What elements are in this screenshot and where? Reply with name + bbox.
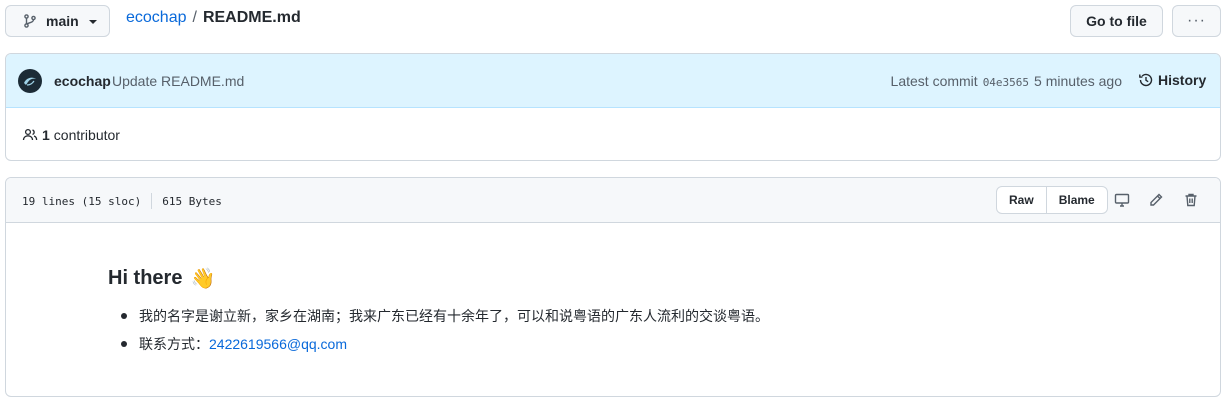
avatar[interactable] <box>18 69 42 93</box>
file-size: 615 Bytes <box>162 194 222 208</box>
readme-heading-text: Hi there <box>108 267 183 289</box>
breadcrumb: ecochap / README.md <box>126 8 301 28</box>
latest-commit-box: ecochap Update README.md Latest commit 0… <box>5 53 1221 161</box>
info-divider <box>151 193 153 209</box>
blame-button[interactable]: Blame <box>1045 187 1107 213</box>
file-lines: 19 lines (15 sloc) <box>22 194 142 208</box>
file-viewer: 19 lines (15 sloc) 615 Bytes Raw Blame H… <box>5 177 1221 397</box>
history-icon <box>1139 73 1153 87</box>
commit-author[interactable]: ecochap <box>54 73 111 89</box>
history-label: History <box>1158 72 1207 88</box>
waving-hand-icon: 👋 <box>190 268 216 290</box>
history-link[interactable]: History <box>1138 72 1206 88</box>
contact-label: 联系方式： <box>139 336 209 352</box>
commit-message[interactable]: Update README.md <box>112 73 244 89</box>
repo-link[interactable]: ecochap <box>126 9 187 27</box>
more-options-button[interactable]: ··· <box>1172 5 1221 37</box>
latest-commit-info: Latest commit 04e3565 5 minutes ago <box>891 73 1122 89</box>
breadcrumb-separator: / <box>192 9 197 26</box>
list-item: 联系方式：2422619566@qq.com <box>121 334 769 362</box>
latest-commit-label: Latest commit <box>890 73 978 89</box>
contributor-count: 1 <box>42 127 50 143</box>
intro-text: 我的名字是谢立新，家乡在湖南；我来广东已经有十余年了，可以和说粤语的广东人流利的… <box>139 308 769 324</box>
contributor-label: contributor <box>53 127 120 143</box>
readme-list: 我的名字是谢立新，家乡在湖南；我来广东已经有十余年了，可以和说粤语的广东人流利的… <box>121 306 769 362</box>
pencil-icon[interactable] <box>1147 191 1165 209</box>
file-info: 19 lines (15 sloc) 615 Bytes <box>22 193 222 209</box>
desktop-icon[interactable] <box>1113 191 1131 209</box>
readme-heading: Hi there 👋 <box>108 266 215 291</box>
file-name: README.md <box>202 9 301 26</box>
trash-icon[interactable] <box>1182 191 1200 209</box>
people-icon <box>22 128 38 141</box>
contributors-link[interactable]: 1 contributor <box>22 127 120 143</box>
chevron-down-icon <box>88 20 97 24</box>
commit-sha[interactable]: 04e3565 <box>983 76 1029 89</box>
go-to-file-button[interactable]: Go to file <box>1070 5 1163 37</box>
list-item: 我的名字是谢立新，家乡在湖南；我来广东已经有十余年了，可以和说粤语的广东人流利的… <box>121 306 769 334</box>
raw-button[interactable]: Raw <box>997 187 1046 213</box>
kebab-horizontal-icon: ··· <box>1187 12 1206 29</box>
branch-selector-button[interactable]: main <box>5 5 110 37</box>
email-link[interactable]: 2422619566@qq.com <box>209 336 347 352</box>
branch-label: main <box>46 13 79 29</box>
git-branch-icon <box>24 14 36 28</box>
commit-time: 5 minutes ago <box>1034 73 1122 89</box>
raw-blame-group: Raw Blame <box>996 186 1108 214</box>
avatar-icon <box>24 77 36 86</box>
